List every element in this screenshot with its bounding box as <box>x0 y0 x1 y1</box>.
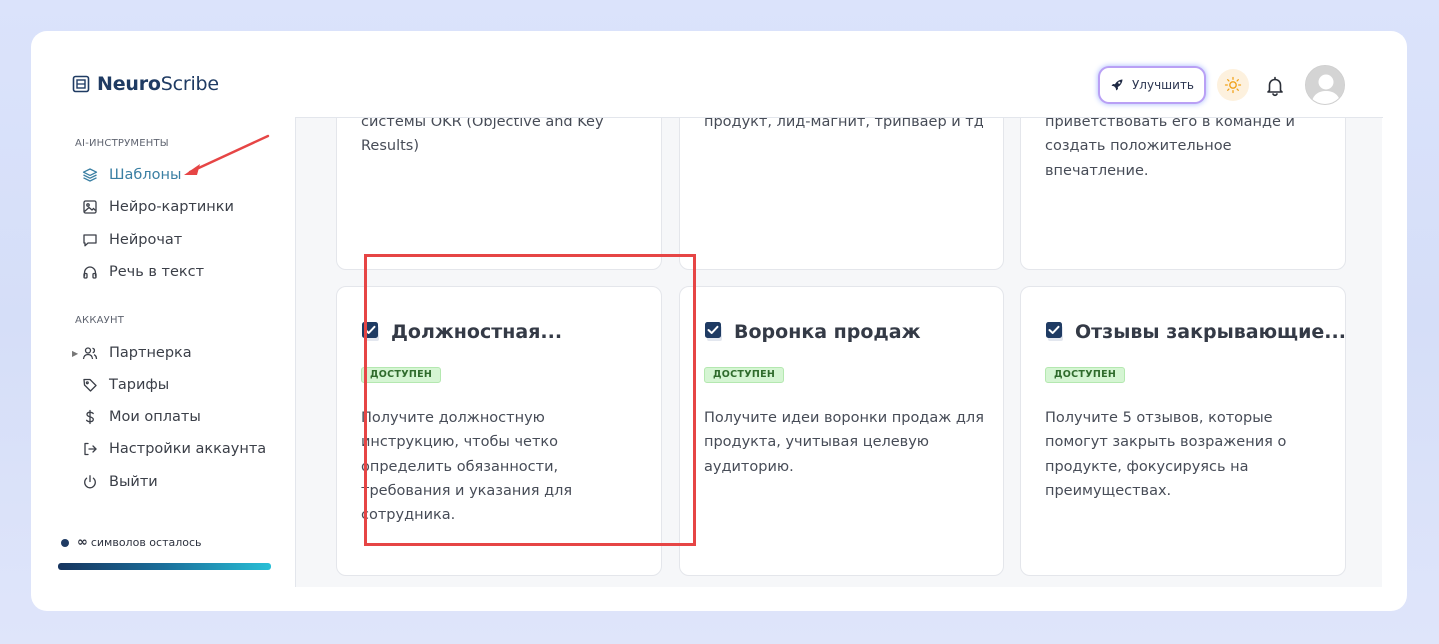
sidebar-item-speech-to-text[interactable]: Речь в текст <box>82 264 204 280</box>
template-card-partial[interactable]: приветствовать его в команде и создать п… <box>1020 118 1346 270</box>
card-title: Воронка продаж <box>704 321 921 343</box>
section-label-ai-tools: AI-ИНСТРУМЕНТЫ <box>75 138 169 149</box>
card-description: Получите должностную инструкцию, чтобы ч… <box>361 410 573 524</box>
status-badge: ДОСТУПЕН <box>704 367 785 383</box>
usage-progress-bar <box>58 563 271 570</box>
sidebar-item-label: Тарифы <box>109 377 170 393</box>
image-icon <box>82 199 98 215</box>
logout-icon <box>82 441 98 457</box>
sidebar-item-my-payments[interactable]: Мои оплаты <box>82 409 201 425</box>
sidebar-item-label: Речь в текст <box>109 264 205 280</box>
sidebar-item-label: Выйти <box>109 474 158 490</box>
app-window: NeuroScribe Улучшить AI-ИНСТРУМЕНТЫ Шабл… <box>31 31 1407 611</box>
templates-grid: системы OKR (Objective and Key Results) … <box>296 118 1382 587</box>
tag-icon <box>82 377 98 393</box>
sidebar-item-label: Партнерка <box>109 345 192 361</box>
sidebar-item-neuro-images[interactable]: Нейро-картинки <box>82 199 234 215</box>
rocket-icon <box>1111 79 1123 91</box>
sidebar-item-account-settings[interactable]: Настройки аккаунта <box>82 441 266 457</box>
dollar-icon <box>82 409 98 425</box>
upgrade-label: Улучшить <box>1131 78 1194 92</box>
usage-symbol: ∞ <box>77 535 88 550</box>
checkbox-icon <box>704 321 726 343</box>
sidebar-item-logout[interactable]: Выйти <box>82 474 158 490</box>
layers-icon <box>82 167 98 183</box>
sidebar-item-templates[interactable]: Шаблоны <box>82 167 181 183</box>
sidebar-item-tariffs[interactable]: Тарифы <box>82 377 169 393</box>
users-icon <box>82 345 98 361</box>
template-card-closing-reviews[interactable]: Отзывы закрывающие... ДОСТУПЕН Получите … <box>1020 286 1346 576</box>
card-title: Должностная... <box>361 321 562 343</box>
bell-icon[interactable] <box>1264 75 1286 97</box>
caret-right-icon[interactable]: ▶ <box>72 349 78 358</box>
card-description: продукт, лид-магнит, трипваер и тд <box>704 118 984 130</box>
status-dot <box>61 538 69 547</box>
usage-counter: ∞ символов осталось <box>61 535 202 550</box>
avatar[interactable] <box>1305 65 1345 105</box>
card-description: Получите 5 отзывов, которые помогут закр… <box>1045 410 1287 499</box>
upgrade-button[interactable]: Улучшить <box>1100 68 1204 102</box>
sidebar-item-label: Мои оплаты <box>109 409 201 425</box>
user-silhouette-icon <box>1306 66 1344 104</box>
status-badge: ДОСТУПЕН <box>1045 367 1126 383</box>
section-label-account: АККАУНТ <box>75 315 125 326</box>
theme-toggle-button[interactable] <box>1217 69 1249 101</box>
template-card-job-description[interactable]: Должностная... ДОСТУПЕН Получите должнос… <box>336 286 662 576</box>
checkbox-icon <box>361 321 383 343</box>
logo[interactable]: NeuroScribe <box>72 73 219 95</box>
usage-label: символов осталось <box>90 536 202 549</box>
logo-icon <box>72 75 90 93</box>
card-title: Отзывы закрывающие... <box>1045 321 1346 343</box>
sidebar-item-neurochat[interactable]: Нейрочат <box>82 232 182 248</box>
checkbox-icon <box>1045 321 1067 343</box>
template-card-partial[interactable]: продукт, лид-магнит, трипваер и тд <box>679 118 1004 270</box>
logo-text: NeuroScribe <box>97 73 219 95</box>
card-description: системы OKR (Objective and Key Results) <box>361 118 604 155</box>
headphones-icon <box>82 264 98 280</box>
template-card-sales-funnel[interactable]: Воронка продаж ДОСТУПЕН Получите идеи во… <box>679 286 1004 576</box>
sidebar-item-label: Нейрочат <box>109 232 183 248</box>
power-icon <box>82 474 98 490</box>
chat-icon <box>82 232 98 248</box>
sidebar-item-label: Нейро-картинки <box>109 199 234 215</box>
card-description: приветствовать его в команде и создать п… <box>1045 118 1295 179</box>
sidebar-item-label: Настройки аккаунта <box>109 441 267 457</box>
card-description: Получите идеи воронки продаж для продукт… <box>704 410 984 475</box>
sidebar-item-label: Шаблоны <box>109 167 182 183</box>
sun-icon <box>1224 76 1242 94</box>
sidebar-item-partners[interactable]: Партнерка <box>82 345 192 361</box>
annotation-arrow <box>184 134 270 175</box>
status-badge: ДОСТУПЕН <box>361 367 442 383</box>
template-card-partial[interactable]: системы OKR (Objective and Key Results) <box>336 118 662 270</box>
